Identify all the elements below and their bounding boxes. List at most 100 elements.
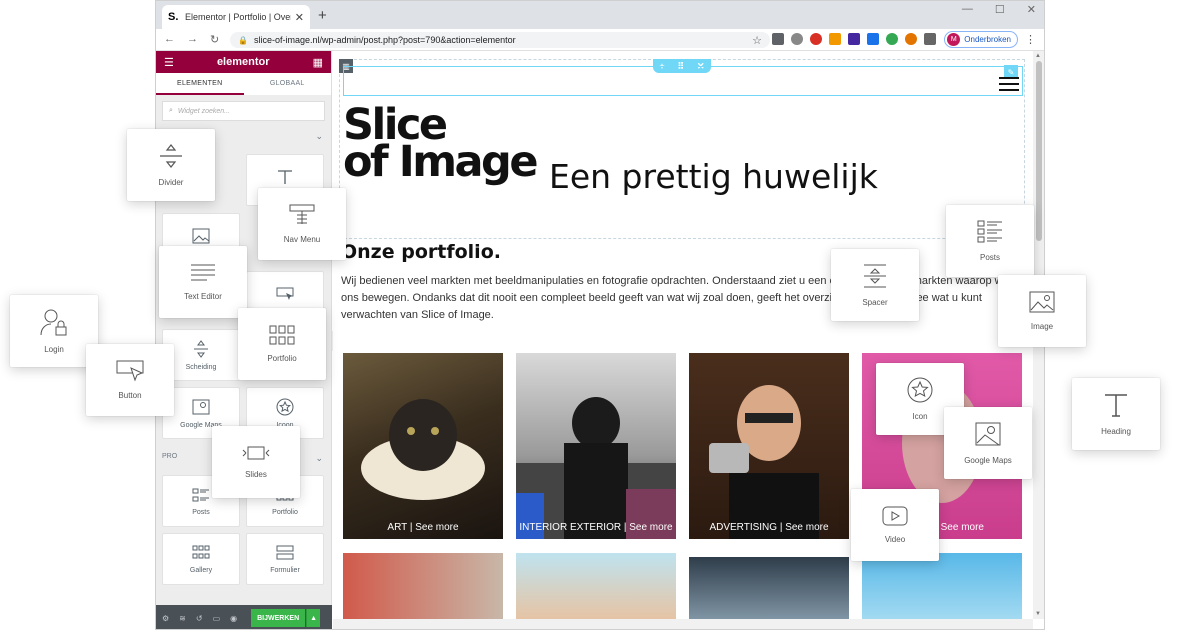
chevron-down-icon: ⌄ <box>315 131 323 141</box>
navigation-buttons: ← → ↻ <box>164 33 232 46</box>
portfolio-item-interior-exterior[interactable]: INTERIOR EXTERIOR | See more <box>516 353 676 539</box>
widget-label: Spacer <box>862 298 888 307</box>
floating-image-widget[interactable]: Image <box>998 275 1086 347</box>
browser-menu-icon[interactable]: ⋮ <box>1025 33 1036 46</box>
portfolio-item-row2-1[interactable] <box>343 553 503 619</box>
star-icon <box>276 398 294 415</box>
responsive-mode-icon[interactable]: ▭ <box>213 614 221 623</box>
widget-label: Button <box>118 391 142 400</box>
cursor-button-icon <box>276 287 294 300</box>
wordpress-icon[interactable] <box>905 33 917 45</box>
widget-label: Text Editor <box>184 292 222 301</box>
portfolio-item-row2-4[interactable] <box>862 553 1022 619</box>
floating-video-widget[interactable]: Video <box>851 489 939 561</box>
heading-text-icon <box>1105 394 1127 417</box>
address-bar[interactable]: 🔒 slice-of-image.nl/wp-admin/post.php?po… <box>230 32 770 48</box>
update-button[interactable]: BIJWERKEN <box>251 609 306 627</box>
floating-slides-widget[interactable]: Slides <box>212 426 300 498</box>
bookmark-star-icon[interactable]: ☆ <box>752 34 762 47</box>
category-pro-label: PRO <box>162 453 178 460</box>
update-options-caret-icon[interactable]: ▲ <box>306 609 321 627</box>
navigator-layers-icon[interactable]: ≋ <box>179 614 186 623</box>
posts-list-icon <box>977 220 1002 243</box>
scroll-up-icon[interactable]: ▲ <box>1035 53 1041 59</box>
apps-grid-icon[interactable]: ▦ <box>313 56 323 69</box>
floating-text-editor-widget[interactable]: Text Editor <box>159 246 247 318</box>
text-icon <box>278 170 292 184</box>
search-icon: ⌕ <box>169 107 173 114</box>
floating-google-maps-widget[interactable]: Google Maps <box>944 407 1032 479</box>
window-controls: — ☐ ✕ <box>962 3 1036 16</box>
hero-heading: Een prettig huwelijk <box>549 157 878 196</box>
portfolio-grid-icon <box>269 325 295 345</box>
gallery-icon <box>192 545 210 558</box>
site-favicon-icon: S. <box>168 11 179 23</box>
tile-label: Scheiding <box>185 363 217 371</box>
history-icon[interactable]: ↺ <box>196 614 203 623</box>
avatar: M <box>947 33 961 46</box>
map-icon <box>975 422 1001 446</box>
hamburger-menu-icon[interactable] <box>999 77 1019 91</box>
close-tab-icon[interactable]: ✕ <box>295 11 304 24</box>
map-icon <box>192 399 210 414</box>
floating-heading-widget[interactable]: Heading <box>1072 378 1160 450</box>
browser-tab[interactable]: S. Elementor | Portfolio | Overzicht ✕ <box>162 5 310 29</box>
extensions-puzzle-icon[interactable] <box>924 33 936 45</box>
search-placeholder: Widget zoeken... <box>177 107 230 115</box>
floating-nav-menu-widget[interactable]: Nav Menu <box>258 188 346 260</box>
tile-label: Formulier <box>270 566 300 574</box>
profile-button[interactable]: M Onderbroken <box>944 31 1018 48</box>
posts-list-icon <box>192 488 209 501</box>
settings-gear-icon[interactable]: ⚙ <box>162 614 169 623</box>
chevron-down-icon: ⌄ <box>315 453 323 463</box>
preview-eye-icon[interactable]: ◉ <box>230 614 237 623</box>
floating-login-widget[interactable]: Login <box>10 295 98 367</box>
widget-label: Nav Menu <box>283 235 321 244</box>
form-widget-tile[interactable]: Formulier <box>246 533 324 585</box>
adblock-icon[interactable] <box>810 33 822 45</box>
portfolio-item-row2-2[interactable] <box>516 553 676 619</box>
url-text: slice-of-image.nl/wp-admin/post.php?post… <box>253 35 516 45</box>
extension-icon[interactable] <box>867 33 879 45</box>
floating-portfolio-widget[interactable]: Portfolio <box>238 308 326 380</box>
extension-icon[interactable] <box>886 33 898 45</box>
new-tab-button[interactable]: + <box>318 7 327 24</box>
forward-icon[interactable]: → <box>187 33 198 46</box>
back-icon[interactable]: ← <box>164 33 175 46</box>
gallery-widget-tile[interactable]: Gallery <box>162 533 240 585</box>
widget-search-input[interactable]: ⌕ Widget zoeken... <box>162 101 325 121</box>
portfolio-item-art[interactable]: ART | See more <box>343 353 503 539</box>
widget-label: Divider <box>158 178 184 187</box>
floating-posts-widget[interactable]: Posts <box>946 205 1034 277</box>
scroll-down-icon[interactable]: ▼ <box>1035 611 1041 617</box>
extension-icon[interactable] <box>848 33 860 45</box>
man-in-hat-photo-image <box>516 397 676 539</box>
extension-icon[interactable] <box>829 33 841 45</box>
extension-icon[interactable] <box>791 33 803 45</box>
portfolio-title: Onze portfolio. <box>341 241 501 263</box>
widget-label: Icon <box>912 412 928 421</box>
divider-icon <box>160 144 182 168</box>
floating-divider-widget[interactable]: Divider <box>127 129 215 201</box>
minimize-icon[interactable]: — <box>962 3 973 16</box>
horizontal-scrollbar[interactable] <box>333 619 1033 629</box>
maximize-icon[interactable]: ☐ <box>995 3 1005 16</box>
floating-button-widget[interactable]: Button <box>86 344 174 416</box>
close-window-icon[interactable]: ✕ <box>1027 3 1036 16</box>
floating-spacer-widget[interactable]: Spacer <box>831 249 919 321</box>
tab-global[interactable]: GLOBAAL <box>244 73 332 95</box>
portfolio-caption: ART | See more <box>387 522 459 533</box>
nav-column[interactable] <box>343 66 1023 96</box>
divider-icon <box>194 339 208 358</box>
portfolio-item-advertising[interactable]: ADVERTISING | See more <box>689 353 849 539</box>
tile-label: Posts <box>192 508 210 516</box>
widget-label: Heading <box>1101 427 1131 436</box>
scrollbar-thumb[interactable] <box>1036 61 1042 241</box>
widget-label: Portfolio <box>267 354 297 363</box>
panel-header: ☰ elementor ▦ <box>156 51 331 73</box>
reload-icon[interactable]: ↻ <box>210 33 219 46</box>
menu-icon[interactable]: ☰ <box>164 56 174 69</box>
portfolio-item-row2-3[interactable] <box>689 557 849 619</box>
tab-elements[interactable]: ELEMENTEN <box>156 73 244 95</box>
extension-icon[interactable] <box>772 33 784 45</box>
